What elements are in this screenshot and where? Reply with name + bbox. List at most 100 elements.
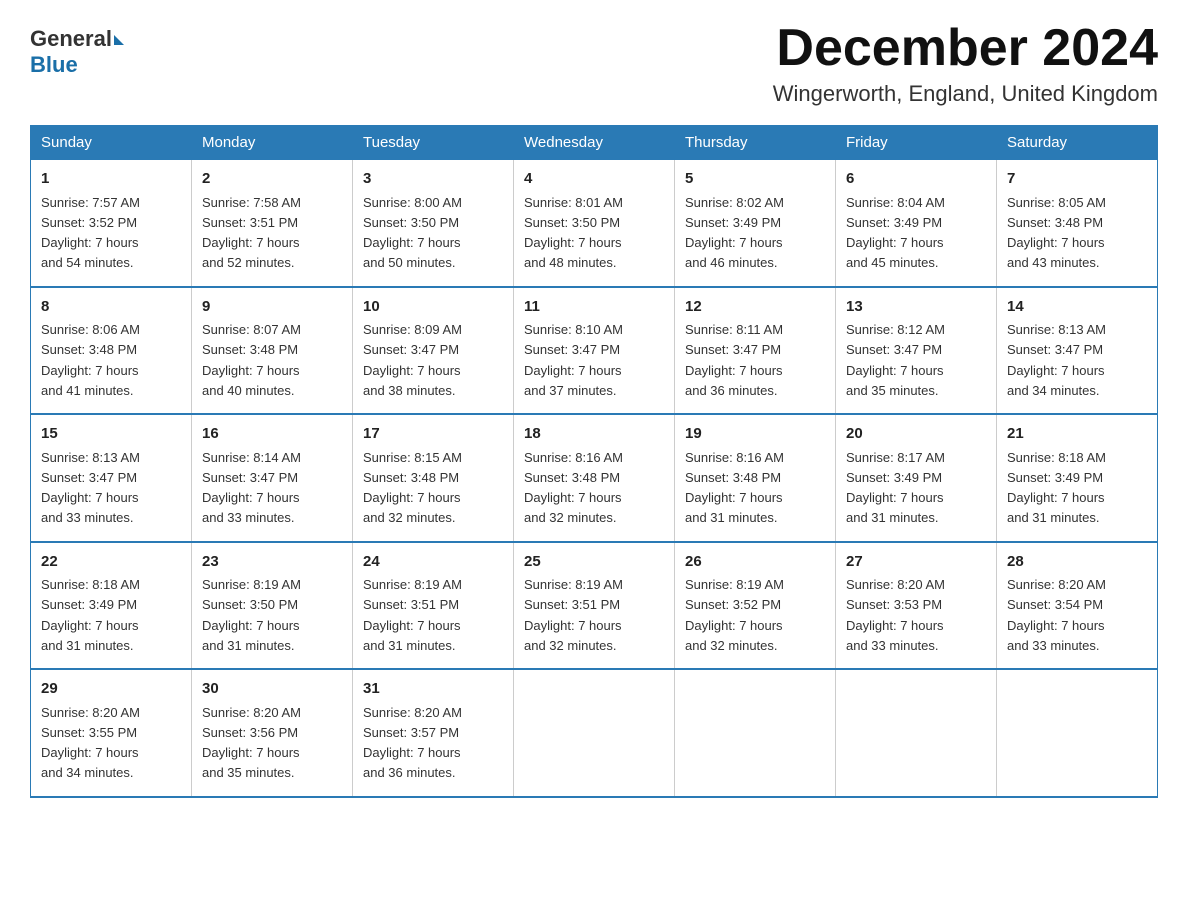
header-thursday: Thursday	[675, 126, 836, 160]
day-info: Sunrise: 8:12 AMSunset: 3:47 PMDaylight:…	[846, 322, 945, 398]
day-number: 18	[524, 423, 664, 446]
day-number: 24	[363, 551, 503, 574]
day-info: Sunrise: 8:09 AMSunset: 3:47 PMDaylight:…	[363, 322, 462, 398]
day-info: Sunrise: 8:13 AMSunset: 3:47 PMDaylight:…	[41, 450, 140, 526]
calendar-cell	[675, 669, 836, 797]
logo: General Blue	[30, 20, 124, 78]
calendar-cell	[997, 669, 1158, 797]
calendar-cell: 11 Sunrise: 8:10 AMSunset: 3:47 PMDaylig…	[514, 287, 675, 415]
day-info: Sunrise: 8:07 AMSunset: 3:48 PMDaylight:…	[202, 322, 301, 398]
day-info: Sunrise: 8:06 AMSunset: 3:48 PMDaylight:…	[41, 322, 140, 398]
header-wednesday: Wednesday	[514, 126, 675, 160]
day-number: 4	[524, 168, 664, 191]
calendar-table: Sunday Monday Tuesday Wednesday Thursday…	[30, 125, 1158, 798]
day-number: 15	[41, 423, 181, 446]
day-number: 9	[202, 296, 342, 319]
location-title: Wingerworth, England, United Kingdom	[773, 81, 1158, 107]
day-info: Sunrise: 8:10 AMSunset: 3:47 PMDaylight:…	[524, 322, 623, 398]
day-number: 13	[846, 296, 986, 319]
day-number: 8	[41, 296, 181, 319]
calendar-week-row-5: 29 Sunrise: 8:20 AMSunset: 3:55 PMDaylig…	[31, 669, 1158, 797]
calendar-cell: 30 Sunrise: 8:20 AMSunset: 3:56 PMDaylig…	[192, 669, 353, 797]
day-number: 25	[524, 551, 664, 574]
calendar-cell: 6 Sunrise: 8:04 AMSunset: 3:49 PMDayligh…	[836, 160, 997, 287]
calendar-cell: 12 Sunrise: 8:11 AMSunset: 3:47 PMDaylig…	[675, 287, 836, 415]
day-number: 30	[202, 678, 342, 701]
calendar-cell: 27 Sunrise: 8:20 AMSunset: 3:53 PMDaylig…	[836, 542, 997, 670]
title-block: December 2024 Wingerworth, England, Unit…	[773, 20, 1158, 107]
day-number: 31	[363, 678, 503, 701]
day-info: Sunrise: 8:16 AMSunset: 3:48 PMDaylight:…	[685, 450, 784, 526]
calendar-cell: 22 Sunrise: 8:18 AMSunset: 3:49 PMDaylig…	[31, 542, 192, 670]
header-saturday: Saturday	[997, 126, 1158, 160]
day-info: Sunrise: 8:04 AMSunset: 3:49 PMDaylight:…	[846, 195, 945, 271]
day-number: 29	[41, 678, 181, 701]
day-info: Sunrise: 7:58 AMSunset: 3:51 PMDaylight:…	[202, 195, 301, 271]
calendar-cell: 16 Sunrise: 8:14 AMSunset: 3:47 PMDaylig…	[192, 414, 353, 542]
calendar-cell: 7 Sunrise: 8:05 AMSunset: 3:48 PMDayligh…	[997, 160, 1158, 287]
calendar-week-row-2: 8 Sunrise: 8:06 AMSunset: 3:48 PMDayligh…	[31, 287, 1158, 415]
page-header: General Blue December 2024 Wingerworth, …	[30, 20, 1158, 107]
day-number: 28	[1007, 551, 1147, 574]
month-title: December 2024	[773, 20, 1158, 77]
calendar-cell: 19 Sunrise: 8:16 AMSunset: 3:48 PMDaylig…	[675, 414, 836, 542]
calendar-cell: 3 Sunrise: 8:00 AMSunset: 3:50 PMDayligh…	[353, 160, 514, 287]
calendar-cell: 23 Sunrise: 8:19 AMSunset: 3:50 PMDaylig…	[192, 542, 353, 670]
day-info: Sunrise: 8:13 AMSunset: 3:47 PMDaylight:…	[1007, 322, 1106, 398]
calendar-cell: 21 Sunrise: 8:18 AMSunset: 3:49 PMDaylig…	[997, 414, 1158, 542]
day-info: Sunrise: 8:20 AMSunset: 3:54 PMDaylight:…	[1007, 577, 1106, 653]
day-number: 7	[1007, 168, 1147, 191]
logo-blue-text: Blue	[30, 52, 78, 78]
day-number: 17	[363, 423, 503, 446]
calendar-cell: 28 Sunrise: 8:20 AMSunset: 3:54 PMDaylig…	[997, 542, 1158, 670]
day-number: 1	[41, 168, 181, 191]
day-number: 26	[685, 551, 825, 574]
day-info: Sunrise: 7:57 AMSunset: 3:52 PMDaylight:…	[41, 195, 140, 271]
calendar-cell: 5 Sunrise: 8:02 AMSunset: 3:49 PMDayligh…	[675, 160, 836, 287]
day-info: Sunrise: 8:14 AMSunset: 3:47 PMDaylight:…	[202, 450, 301, 526]
calendar-cell: 15 Sunrise: 8:13 AMSunset: 3:47 PMDaylig…	[31, 414, 192, 542]
day-number: 6	[846, 168, 986, 191]
calendar-cell: 13 Sunrise: 8:12 AMSunset: 3:47 PMDaylig…	[836, 287, 997, 415]
day-number: 23	[202, 551, 342, 574]
day-info: Sunrise: 8:20 AMSunset: 3:57 PMDaylight:…	[363, 705, 462, 781]
header-friday: Friday	[836, 126, 997, 160]
calendar-cell: 24 Sunrise: 8:19 AMSunset: 3:51 PMDaylig…	[353, 542, 514, 670]
calendar-cell: 4 Sunrise: 8:01 AMSunset: 3:50 PMDayligh…	[514, 160, 675, 287]
calendar-cell	[836, 669, 997, 797]
day-number: 22	[41, 551, 181, 574]
calendar-cell: 25 Sunrise: 8:19 AMSunset: 3:51 PMDaylig…	[514, 542, 675, 670]
header-sunday: Sunday	[31, 126, 192, 160]
calendar-cell: 10 Sunrise: 8:09 AMSunset: 3:47 PMDaylig…	[353, 287, 514, 415]
day-number: 10	[363, 296, 503, 319]
day-info: Sunrise: 8:19 AMSunset: 3:51 PMDaylight:…	[363, 577, 462, 653]
calendar-week-row-4: 22 Sunrise: 8:18 AMSunset: 3:49 PMDaylig…	[31, 542, 1158, 670]
day-number: 27	[846, 551, 986, 574]
day-info: Sunrise: 8:15 AMSunset: 3:48 PMDaylight:…	[363, 450, 462, 526]
calendar-cell: 29 Sunrise: 8:20 AMSunset: 3:55 PMDaylig…	[31, 669, 192, 797]
calendar-cell: 14 Sunrise: 8:13 AMSunset: 3:47 PMDaylig…	[997, 287, 1158, 415]
calendar-cell: 18 Sunrise: 8:16 AMSunset: 3:48 PMDaylig…	[514, 414, 675, 542]
calendar-cell: 17 Sunrise: 8:15 AMSunset: 3:48 PMDaylig…	[353, 414, 514, 542]
day-info: Sunrise: 8:20 AMSunset: 3:55 PMDaylight:…	[41, 705, 140, 781]
day-number: 11	[524, 296, 664, 319]
header-tuesday: Tuesday	[353, 126, 514, 160]
calendar-cell: 20 Sunrise: 8:17 AMSunset: 3:49 PMDaylig…	[836, 414, 997, 542]
day-info: Sunrise: 8:20 AMSunset: 3:56 PMDaylight:…	[202, 705, 301, 781]
day-info: Sunrise: 8:19 AMSunset: 3:51 PMDaylight:…	[524, 577, 623, 653]
logo-general-text: General	[30, 26, 112, 52]
day-number: 12	[685, 296, 825, 319]
day-info: Sunrise: 8:11 AMSunset: 3:47 PMDaylight:…	[685, 322, 783, 398]
day-info: Sunrise: 8:18 AMSunset: 3:49 PMDaylight:…	[1007, 450, 1106, 526]
calendar-cell: 1 Sunrise: 7:57 AMSunset: 3:52 PMDayligh…	[31, 160, 192, 287]
day-info: Sunrise: 8:00 AMSunset: 3:50 PMDaylight:…	[363, 195, 462, 271]
day-info: Sunrise: 8:01 AMSunset: 3:50 PMDaylight:…	[524, 195, 623, 271]
day-info: Sunrise: 8:19 AMSunset: 3:50 PMDaylight:…	[202, 577, 301, 653]
calendar-cell: 8 Sunrise: 8:06 AMSunset: 3:48 PMDayligh…	[31, 287, 192, 415]
day-number: 5	[685, 168, 825, 191]
day-info: Sunrise: 8:05 AMSunset: 3:48 PMDaylight:…	[1007, 195, 1106, 271]
header-monday: Monday	[192, 126, 353, 160]
calendar-cell: 2 Sunrise: 7:58 AMSunset: 3:51 PMDayligh…	[192, 160, 353, 287]
day-info: Sunrise: 8:19 AMSunset: 3:52 PMDaylight:…	[685, 577, 784, 653]
logo-arrow-icon	[114, 35, 124, 45]
